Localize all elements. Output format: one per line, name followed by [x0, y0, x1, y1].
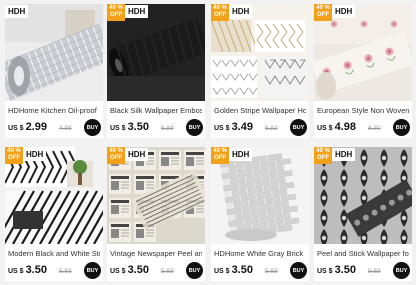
price: US $3.50: [317, 264, 356, 278]
brand-label: HDH: [229, 5, 253, 18]
original-price: 5.83: [161, 268, 174, 275]
product-card[interactable]: 40 % OFF HDH HDHome White Gray Brick US $…: [211, 147, 309, 281]
price: US $3.50: [214, 264, 253, 278]
buy-button[interactable]: BUY: [84, 119, 101, 136]
product-title[interactable]: Black Silk Wallpaper Embossed: [110, 106, 202, 116]
price: US $4.98: [317, 121, 356, 135]
product-card[interactable]: 40 % OFF HDH Peel and Stick Wallpaper for…: [314, 147, 412, 281]
product-title[interactable]: HDHome White Gray Brick: [214, 249, 306, 259]
discount-badge: 40 % OFF: [211, 4, 229, 21]
original-price: 5.83: [368, 268, 381, 275]
original-price: 5.82: [265, 125, 278, 132]
currency-label: US $: [317, 268, 333, 275]
buy-button[interactable]: BUY: [290, 262, 307, 279]
currency-label: US $: [214, 268, 230, 275]
price-value: 3.50: [334, 264, 356, 276]
product-card[interactable]: HDH HDHome Kitchen Oil-proof US $2.99 4.…: [5, 4, 103, 138]
price: US $2.99: [8, 121, 47, 135]
promo-banner: 40 % OFF HDH: [107, 147, 149, 164]
price-value: 3.50: [127, 121, 149, 133]
product-card[interactable]: 40 %OFF HDH Black Silk Wallpaper Embosse…: [107, 4, 205, 138]
currency-label: US $: [110, 268, 126, 275]
price: US $3.50: [8, 264, 47, 278]
brand-label: HDH: [5, 5, 29, 18]
product-card[interactable]: 40 %OFF HDH Modern Black and White Strip…: [5, 147, 103, 281]
brand-label: HDH: [23, 148, 47, 161]
product-title[interactable]: Modern Black and White Stripe: [8, 249, 100, 259]
product-title[interactable]: European Style Non Woven Peel: [317, 106, 409, 116]
price-value: 3.49: [231, 121, 253, 133]
discount-badge: 40 % OFF: [314, 147, 332, 164]
price: US $3.50: [110, 264, 149, 278]
original-price: 4.98: [59, 125, 72, 132]
currency-label: US $: [8, 125, 24, 132]
product-title[interactable]: Vintage Newspaper Peel and: [110, 249, 202, 259]
product-card[interactable]: 40 %OFF HDH European Style Non Woven Pee…: [314, 4, 412, 138]
buy-button[interactable]: BUY: [186, 119, 203, 136]
promo-banner: 40 % OFF HDH: [314, 4, 356, 21]
product-title[interactable]: Golden Stripe Wallpaper Home: [214, 106, 306, 116]
promo-banner: 40 % OFF HDH: [314, 147, 356, 164]
buy-button[interactable]: BUY: [393, 262, 410, 279]
price: US $3.50: [110, 121, 149, 135]
brand-label: HDH: [332, 148, 356, 161]
promo-banner: 40 % OFF HDH: [107, 4, 149, 21]
promo-banner: 40 % OFF HDH: [211, 4, 253, 21]
price-value: 2.99: [25, 121, 47, 133]
buy-button[interactable]: BUY: [186, 262, 203, 279]
promo-banner: 40 % OFF HDH: [211, 147, 253, 164]
price-value: 3.50: [25, 264, 47, 276]
buy-button[interactable]: BUY: [290, 119, 307, 136]
price-value: 3.50: [127, 264, 149, 276]
price: US $3.49: [214, 121, 253, 135]
discount-badge: 40 % OFF: [107, 4, 125, 21]
promo-banner: HDH: [5, 4, 29, 21]
brand-label: HDH: [125, 5, 149, 18]
buy-button[interactable]: BUY: [84, 262, 101, 279]
promo-banner: 40 % OFF HDH: [5, 147, 47, 164]
product-card[interactable]: 40 % OFF HDH Vintage Newspaper Peel and U…: [107, 147, 205, 281]
product-title[interactable]: HDHome Kitchen Oil-proof: [8, 106, 100, 116]
currency-label: US $: [8, 268, 24, 275]
original-price: 5.83: [161, 125, 174, 132]
discount-badge: 40 % OFF: [107, 147, 125, 164]
product-grid: HDH HDHome Kitchen Oil-proof US $2.99 4.…: [0, 0, 416, 285]
price-value: 3.50: [231, 264, 253, 276]
original-price: 5.83: [59, 268, 72, 275]
original-price: 8.30: [368, 125, 381, 132]
brand-label: HDH: [229, 148, 253, 161]
price-value: 4.98: [334, 121, 356, 133]
product-title[interactable]: Peel and Stick Wallpaper for: [317, 249, 409, 259]
discount-badge: 40 % OFF: [211, 147, 229, 164]
brand-label: HDH: [125, 148, 149, 161]
currency-label: US $: [214, 125, 230, 132]
brand-label: HDH: [332, 5, 356, 18]
buy-button[interactable]: BUY: [393, 119, 410, 136]
discount-badge: 40 % OFF: [314, 4, 332, 21]
original-price: 5.83: [265, 268, 278, 275]
product-card[interactable]: 40 %OFF HDH Golden Stripe Wallpaper Home…: [211, 4, 309, 138]
currency-label: US $: [317, 125, 333, 132]
currency-label: US $: [110, 125, 126, 132]
discount-badge: 40 % OFF: [5, 147, 23, 164]
